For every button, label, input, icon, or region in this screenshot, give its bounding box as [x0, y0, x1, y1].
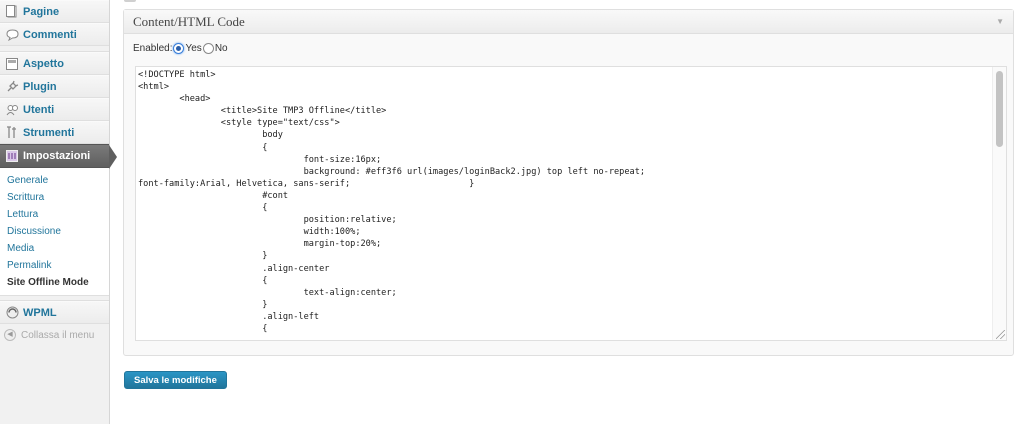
menu-label: Utenti — [23, 103, 55, 116]
menu-commenti[interactable]: Commenti — [0, 23, 109, 46]
collapse-toggle-icon[interactable]: ▼ — [996, 17, 1004, 26]
enabled-radio-group: Enabled: Yes No — [133, 43, 228, 54]
enabled-no-radio[interactable] — [202, 43, 214, 54]
menu-label: WPML — [23, 306, 57, 319]
tools-icon — [4, 125, 20, 141]
collapse-label: Collassa il menu — [21, 329, 95, 341]
submenu-discussione[interactable]: Discussione — [0, 223, 109, 240]
appearance-icon — [4, 56, 20, 72]
menu-plugin[interactable]: Plugin — [0, 75, 109, 98]
scrollbar-thumb[interactable] — [996, 71, 1003, 147]
html-code-textarea[interactable]: <!DOCTYPE html> <html> <head> <title>Sit… — [135, 66, 1007, 341]
yes-label[interactable]: Yes — [185, 43, 201, 54]
menu-utenti[interactable]: Utenti — [0, 98, 109, 121]
settings-submenu: Generale Scrittura Lettura Discussione M… — [0, 168, 109, 296]
vertical-scrollbar[interactable] — [992, 67, 1006, 340]
code-content[interactable]: <!DOCTYPE html> <html> <head> <title>Sit… — [136, 67, 1006, 335]
menu-label: Strumenti — [23, 126, 75, 139]
menu-impostazioni[interactable]: Impostazioni — [0, 144, 117, 169]
menu-label: Impostazioni — [23, 150, 91, 162]
save-changes-button[interactable]: Salva le modifiche — [124, 371, 227, 389]
content-html-postbox: Content/HTML Code ▼ Enabled: Yes No <!DO… — [123, 9, 1014, 356]
menu-label: Pagine — [23, 5, 60, 18]
collapse-arrow-icon: ◀ — [4, 329, 16, 341]
comment-bubble-icon — [4, 27, 20, 43]
postbox-header[interactable]: Content/HTML Code ▼ — [124, 10, 1013, 34]
enabled-yes-radio[interactable] — [173, 43, 185, 54]
submenu-permalink[interactable]: Permalink — [0, 257, 109, 274]
submenu-media[interactable]: Media — [0, 240, 109, 257]
plug-icon — [4, 79, 20, 95]
menu-label: Commenti — [23, 28, 77, 41]
resize-grip-icon[interactable] — [996, 330, 1005, 339]
no-label[interactable]: No — [215, 43, 228, 54]
submenu-generale[interactable]: Generale — [0, 172, 109, 189]
menu-label: Aspetto — [23, 57, 64, 70]
wpml-icon — [4, 305, 20, 321]
menu-aspetto[interactable]: Aspetto — [0, 52, 109, 75]
submenu-lettura[interactable]: Lettura — [0, 206, 109, 223]
submenu-site-offline-mode[interactable]: Site Offline Mode — [0, 274, 109, 291]
menu-strumenti[interactable]: Strumenti — [0, 121, 109, 144]
menu-pagine[interactable]: Pagine — [0, 0, 109, 23]
page-icon — [4, 4, 20, 20]
postbox-title: Content/HTML Code — [133, 13, 245, 29]
menu-wpml[interactable]: WPML — [0, 301, 109, 324]
enabled-label: Enabled: — [133, 43, 173, 54]
collapse-menu-button[interactable]: ◀ Collassa il menu — [0, 324, 109, 346]
top-button-edge — [124, 0, 136, 2]
submenu-scrittura[interactable]: Scrittura — [0, 189, 109, 206]
menu-label: Plugin — [23, 80, 57, 93]
admin-sidebar: Pagine Commenti Aspetto Plugin Utenti St… — [0, 0, 117, 424]
users-icon — [4, 102, 20, 118]
settings-icon — [4, 148, 20, 164]
